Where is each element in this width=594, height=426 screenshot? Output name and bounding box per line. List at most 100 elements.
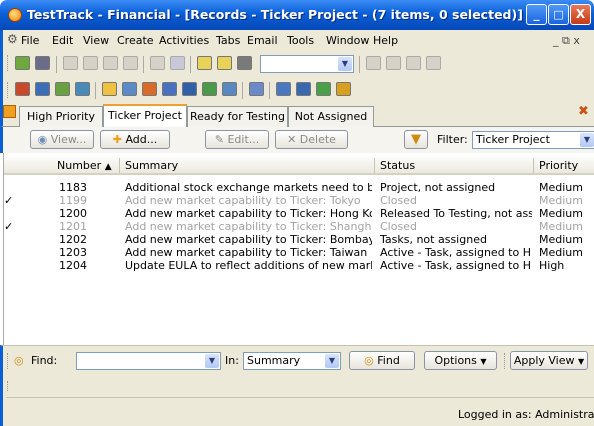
menu-window[interactable]: Window — [326, 34, 369, 47]
cut-icon[interactable] — [83, 56, 98, 70]
minimize-button[interactable]: _ — [526, 4, 547, 25]
security-icon[interactable] — [249, 82, 264, 96]
save3-icon[interactable] — [426, 56, 441, 70]
link-icon[interactable] — [197, 56, 212, 70]
options-button[interactable]: Options ▼ — [424, 351, 497, 370]
chevron-down-icon[interactable]: ▼ — [580, 133, 594, 147]
cell-priority: Medium — [539, 220, 583, 233]
title-bar[interactable]: TestTrack - Financial - [Records - Ticke… — [0, 0, 594, 30]
workbook-icon[interactable] — [162, 82, 177, 96]
filter-funnel-icon[interactable]: ▼ — [404, 130, 428, 149]
tab-high-priority[interactable]: High Priority — [19, 106, 103, 127]
table-row[interactable]: ✓ 1199 Add new market capability to Ticker… — [4, 194, 594, 207]
action-bar: ◉ View... ✚ Add... ✎ Edit... ✕ Delete ▼ … — [0, 127, 594, 153]
eye-icon: ◉ — [37, 133, 48, 146]
gear-icon[interactable] — [15, 56, 30, 70]
menu-create[interactable]: Create — [117, 34, 154, 47]
filter-select[interactable]: Ticker Project ▼ — [472, 131, 594, 149]
cell-status: Closed — [380, 220, 417, 233]
table-row[interactable]: ✓ 1201 Add new market capability to Ticker… — [4, 220, 594, 233]
in-label: In: — [225, 354, 239, 367]
toolbar-dropdown[interactable]: ▼ — [260, 55, 354, 73]
menu-help[interactable]: Help — [373, 34, 398, 47]
filter-icon[interactable] — [202, 82, 217, 96]
add-tab-icon[interactable] — [3, 105, 16, 118]
find-bar: ◎ Find: ▼ In: Summary ▼ ◎ Find Options ▼… — [0, 345, 594, 375]
cell-number: 1202 — [59, 233, 87, 246]
find-input[interactable]: ▼ — [76, 352, 221, 370]
menu-email[interactable]: Email — [247, 34, 278, 47]
details-icon[interactable] — [296, 82, 311, 96]
save-icon[interactable] — [35, 56, 50, 70]
users-icon[interactable] — [122, 82, 137, 96]
close-button[interactable]: X — [570, 4, 591, 25]
chevron-down-icon[interactable]: ▼ — [205, 354, 219, 368]
close-tab-icon[interactable]: ✖ — [578, 104, 589, 119]
wand-icon[interactable] — [63, 56, 78, 70]
logged-in-status: Logged in as: Administrator — [458, 408, 594, 421]
folder-icon[interactable] — [102, 82, 117, 96]
edit-button[interactable]: ✎ Edit... — [205, 130, 269, 149]
column-header-priority[interactable]: Priority — [539, 159, 578, 172]
standard-toolbar: ▼ — [0, 50, 594, 77]
cell-status: Tasks, not assigned — [380, 233, 487, 246]
save2-icon[interactable] — [406, 56, 421, 70]
find-icon[interactable] — [366, 56, 381, 70]
tab-ready-for-testing[interactable]: Ready for Testing — [187, 106, 288, 127]
apply-view-button[interactable]: Apply View ▼ — [510, 351, 588, 370]
undo-icon[interactable] — [123, 56, 138, 70]
table-row[interactable]: 1183 Additional stock exchange markets ne… — [4, 181, 594, 194]
menu-bar: ⚙ File Edit View Create Activities Tabs … — [0, 30, 594, 50]
add-button[interactable]: ✚ Add... — [100, 130, 170, 149]
grid-icon[interactable] — [237, 56, 252, 70]
browse-icon[interactable] — [386, 56, 401, 70]
find-button[interactable]: ◎ Find — [349, 351, 415, 370]
list-icon[interactable] — [276, 82, 291, 96]
menu-view[interactable]: View — [83, 34, 109, 47]
find-in-select[interactable]: Summary ▼ — [243, 352, 341, 370]
cell-status: Active - Task, assigned to Hir... — [380, 259, 532, 272]
cell-priority: Medium — [539, 207, 583, 220]
chevron-down-icon[interactable]: ▼ — [338, 57, 352, 71]
column-header-number[interactable]: Number ▲ — [57, 159, 112, 172]
maximize-button[interactable]: □ — [548, 4, 569, 25]
menu-activities[interactable]: Activities — [159, 34, 209, 47]
tab-ticker-project[interactable]: Ticker Project — [103, 104, 187, 128]
column-header-summary[interactable]: Summary — [125, 159, 178, 172]
link2-icon[interactable] — [217, 56, 232, 70]
column-header-status[interactable]: Status — [380, 159, 415, 172]
folder-icon[interactable] — [170, 56, 185, 70]
plus-icon: ✚ — [112, 133, 122, 146]
find-binoculars-icon: ◎ — [14, 354, 24, 367]
test-run-icon[interactable] — [55, 82, 70, 96]
cell-summary: Update EULA to reflect additions of new … — [125, 259, 372, 272]
email-icon[interactable] — [336, 82, 351, 96]
table-row[interactable]: 1202 Add new market capability to Ticker:… — [4, 233, 594, 246]
table-row[interactable]: 1200 Add new market capability to Ticker:… — [4, 207, 594, 220]
records-icon[interactable] — [15, 82, 30, 96]
requirements-icon[interactable] — [75, 82, 90, 96]
chevron-down-icon[interactable]: ▼ — [325, 354, 339, 368]
check-icon[interactable] — [150, 56, 165, 70]
tab-not-assigned[interactable]: Not Assigned — [288, 106, 374, 127]
menu-edit[interactable]: Edit — [52, 34, 73, 47]
cell-number: 1204 — [59, 259, 87, 272]
monitor-icon[interactable] — [182, 82, 197, 96]
cell-number: 1200 — [59, 207, 87, 220]
copy-icon[interactable] — [103, 56, 118, 70]
menu-tools[interactable]: Tools — [287, 34, 314, 47]
delete-button[interactable]: ✕ Delete — [275, 130, 348, 149]
menu-tabs[interactable]: Tabs — [216, 34, 240, 47]
view-button[interactable]: ◉ View... — [30, 130, 94, 149]
mdi-controls[interactable]: _ ⧉ x — [553, 34, 580, 48]
table-row[interactable]: 1204 Update EULA to reflect additions of … — [4, 259, 594, 272]
test-case-icon[interactable] — [35, 82, 50, 96]
customers-icon[interactable] — [142, 82, 157, 96]
menu-file[interactable]: File — [21, 34, 39, 47]
chevron-down-icon: ▼ — [480, 357, 487, 366]
reports-icon[interactable] — [222, 82, 237, 96]
table-row[interactable]: 1203 Add new market capability to Ticker:… — [4, 246, 594, 259]
app-menu-icon[interactable]: ⚙ — [7, 32, 18, 46]
link-records-icon[interactable] — [316, 82, 331, 96]
cell-summary: Additional stock exchange markets need t… — [125, 181, 372, 194]
